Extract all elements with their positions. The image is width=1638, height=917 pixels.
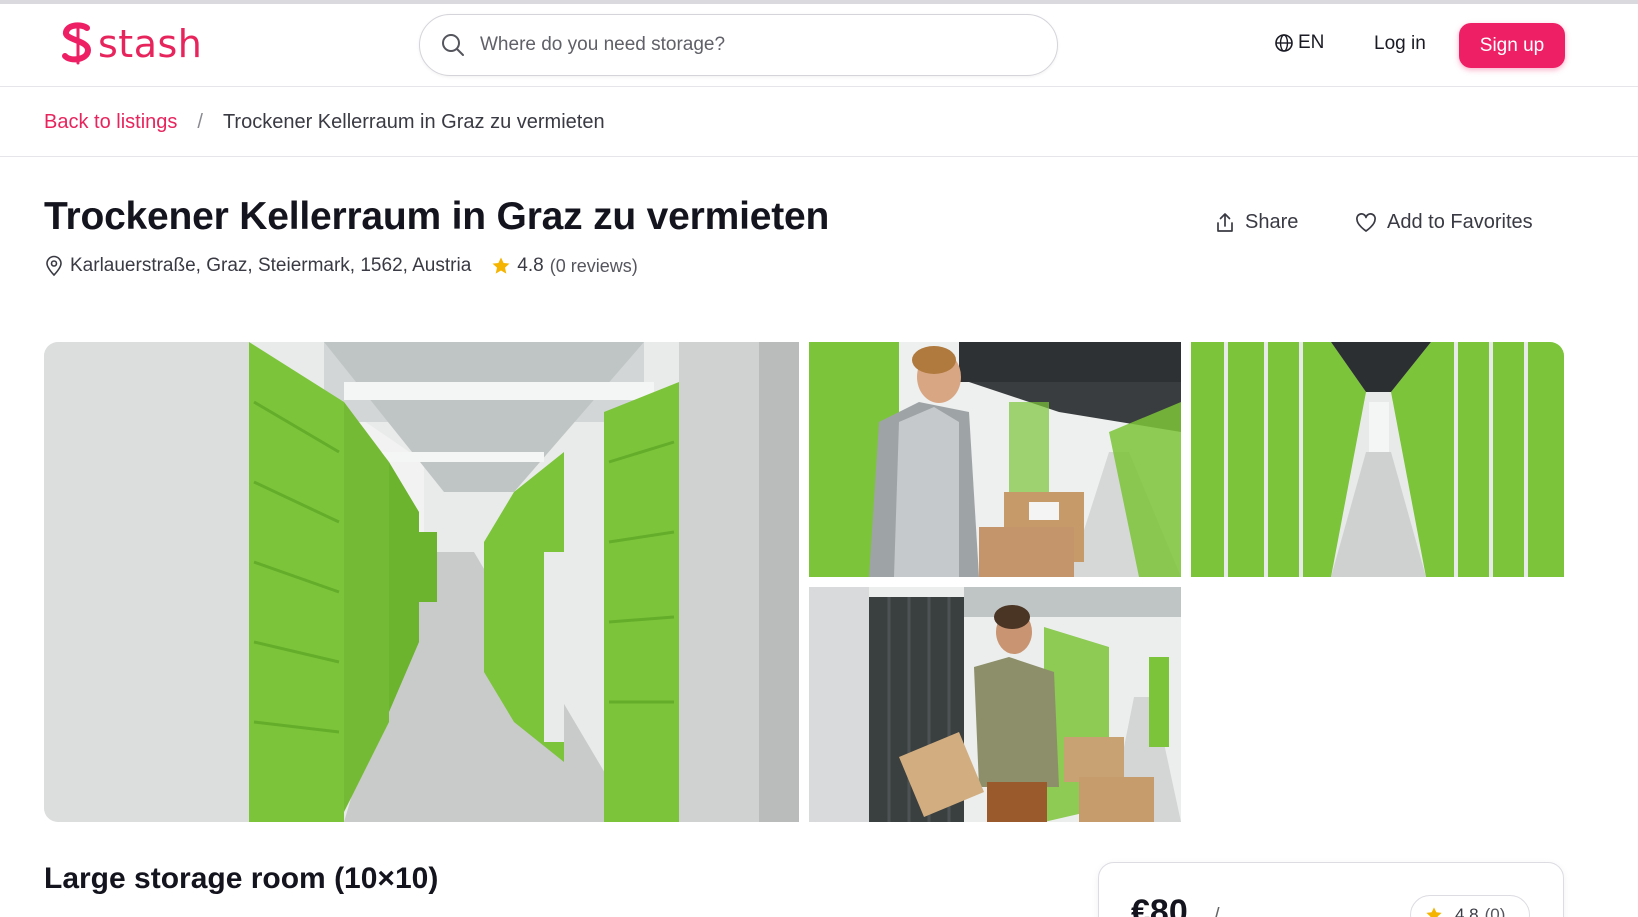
- price-unit: /: [1214, 905, 1220, 917]
- man-carrying-box-photo: [809, 587, 1181, 822]
- site-header: stash EN Log in Sign up: [0, 4, 1638, 87]
- review-count[interactable]: (0 reviews): [550, 256, 638, 277]
- share-button[interactable]: Share: [1215, 211, 1298, 234]
- favorites-label: Add to Favorites: [1387, 211, 1533, 233]
- signup-button[interactable]: Sign up: [1459, 23, 1565, 68]
- add-to-favorites-button[interactable]: Add to Favorites: [1355, 211, 1533, 234]
- man-scanning-boxes-photo: [809, 342, 1181, 577]
- location-pin-icon: [46, 255, 62, 277]
- storage-hallway-photo: [1191, 342, 1564, 577]
- listing-rating: 4.8: [517, 255, 544, 276]
- language-label: EN: [1298, 32, 1325, 53]
- stash-logo-icon: [62, 22, 92, 65]
- storage-corridor-photo: [44, 342, 799, 822]
- breadcrumb-current: Trockener Kellerraum in Graz zu vermiete…: [222, 110, 605, 133]
- listing-title: Trockener Kellerraum in Graz zu vermiete…: [44, 195, 830, 238]
- badge-rating: 4.8: [1455, 905, 1479, 917]
- language-selector[interactable]: EN: [1274, 32, 1324, 54]
- gallery-photo-3[interactable]: [1191, 342, 1564, 577]
- unit-title: Large storage room (10×10): [44, 862, 439, 895]
- listing-address: Karlauerstraße, Graz, Steiermark, 1562, …: [70, 255, 472, 276]
- logo-text: stash: [98, 22, 203, 66]
- star-icon: [1426, 907, 1442, 917]
- gallery-photo-2[interactable]: [809, 342, 1181, 577]
- booking-card: €80 / 4.8 (0): [1098, 862, 1564, 917]
- search-input[interactable]: [480, 34, 1000, 56]
- gallery-main-photo[interactable]: [44, 342, 799, 822]
- price-value: €80: [1131, 893, 1188, 917]
- globe-icon: [1275, 34, 1293, 52]
- back-to-listings-link[interactable]: Back to listings: [44, 111, 177, 134]
- share-icon: [1217, 212, 1233, 232]
- badge-reviews: (0): [1484, 905, 1506, 917]
- rating-badge: 4.8 (0): [1410, 895, 1530, 917]
- breadcrumb-separator: /: [197, 110, 203, 133]
- star-icon: [492, 257, 510, 274]
- share-label: Share: [1245, 211, 1299, 233]
- stash-logo[interactable]: stash: [60, 22, 202, 66]
- search-bar[interactable]: [419, 14, 1058, 76]
- login-link[interactable]: Log in: [1374, 33, 1426, 55]
- listing-meta: Karlauerstraße, Graz, Steiermark, 1562, …: [44, 255, 638, 277]
- breadcrumb: Back to listings / Trockener Kellerraum …: [0, 88, 1638, 157]
- heart-icon: [1356, 212, 1376, 232]
- gallery-photo-4[interactable]: [809, 587, 1181, 822]
- search-icon: [442, 34, 464, 56]
